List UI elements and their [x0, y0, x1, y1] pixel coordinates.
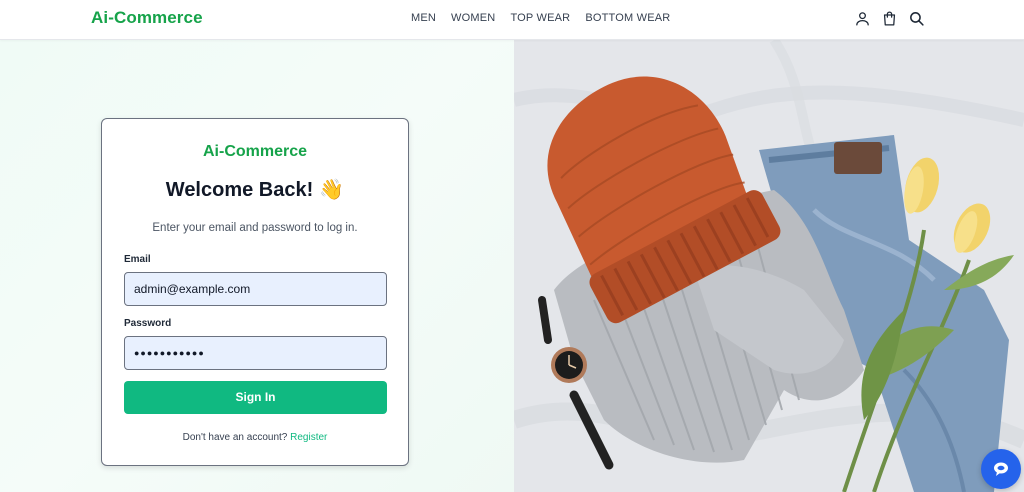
email-label: Email	[124, 254, 151, 265]
main-nav: MEN WOMEN TOP WEAR BOTTOM WEAR	[411, 12, 670, 24]
nav-women[interactable]: WOMEN	[451, 12, 495, 24]
nav-top-wear[interactable]: TOP WEAR	[510, 12, 570, 24]
user-icon[interactable]	[854, 10, 871, 27]
password-label: Password	[124, 318, 172, 329]
nav-bottom-wear[interactable]: BOTTOM WEAR	[585, 12, 670, 24]
card-brand: Ai-Commerce	[202, 143, 308, 160]
header-icons	[854, 10, 925, 27]
register-link[interactable]: Register	[290, 432, 327, 443]
register-text: Don't have an account?	[182, 432, 288, 443]
hero-image	[514, 40, 1024, 492]
search-icon[interactable]	[908, 10, 925, 27]
waving-hand-icon: 👋	[319, 179, 345, 201]
chat-bubble-icon	[994, 462, 1008, 476]
login-card: Ai-Commerce Welcome Back! 👋 Enter your em…	[101, 118, 409, 466]
title-text: Welcome Back!	[165, 179, 314, 201]
chat-button[interactable]	[981, 449, 1021, 489]
login-subtitle: Enter your email and password to log in.	[152, 222, 358, 234]
shopping-bag-icon[interactable]	[881, 10, 898, 27]
sign-in-button[interactable]: Sign In	[124, 381, 387, 414]
page-title: Welcome Back! 👋	[102, 177, 408, 202]
email-field[interactable]: admin@example.com	[124, 272, 387, 306]
site-logo[interactable]: Ai-Commerce	[91, 8, 203, 28]
register-prompt: Don't have an account? Register	[102, 432, 408, 443]
site-header: Ai-Commerce MEN WOMEN TOP WEAR BOTTOM WE…	[0, 0, 1024, 40]
nav-men[interactable]: MEN	[411, 12, 436, 24]
password-field[interactable]: ●●●●●●●●●●●	[124, 336, 387, 370]
hero-illustration	[514, 40, 1024, 492]
